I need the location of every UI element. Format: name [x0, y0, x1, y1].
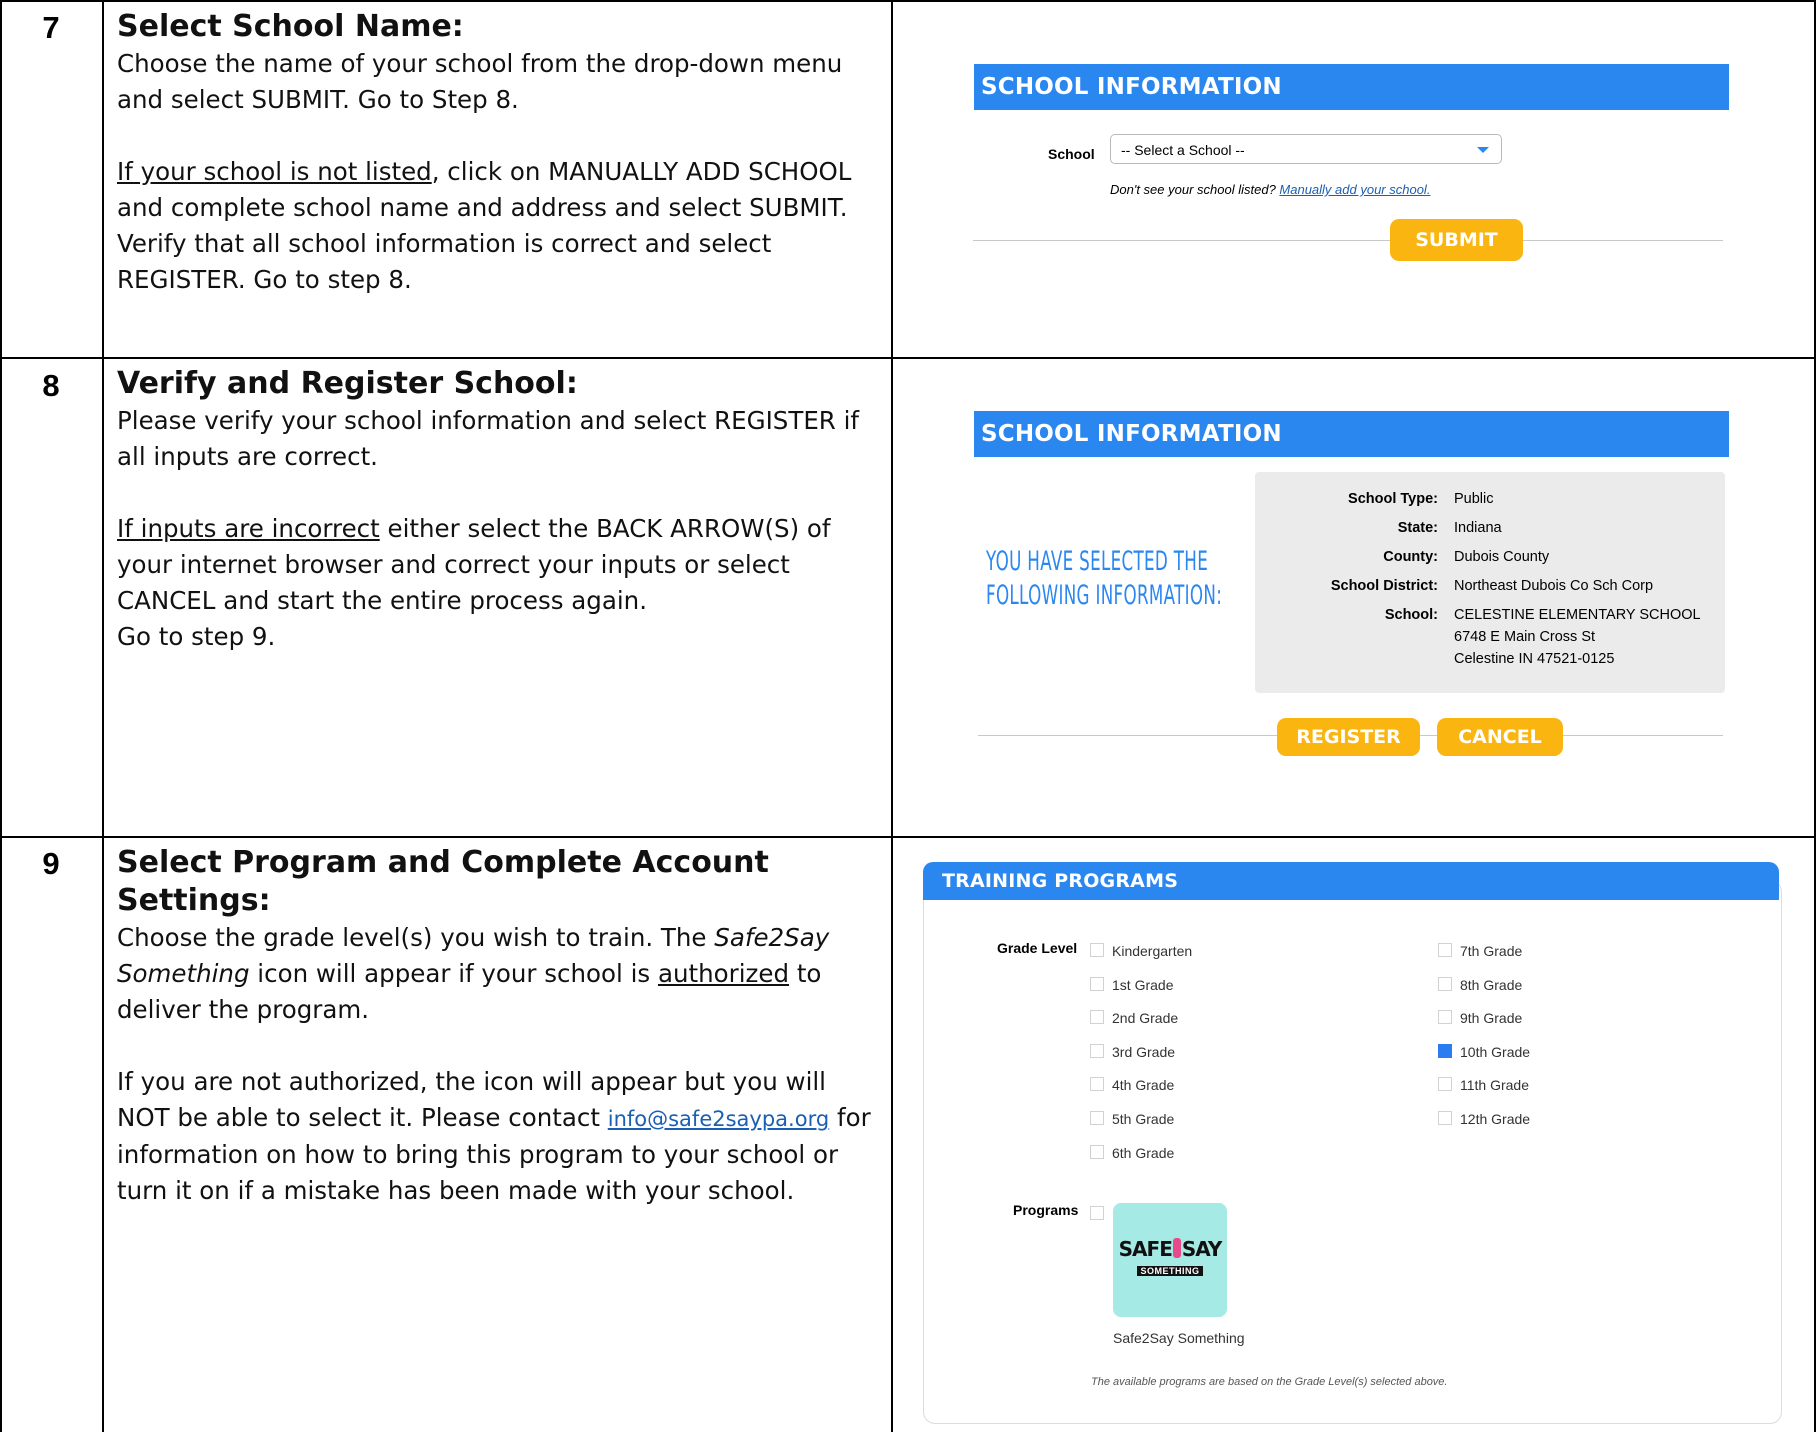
step-paragraph: If inputs are incorrect either select th…	[117, 511, 877, 619]
step-number: 9	[42, 846, 60, 881]
grade-label: 7th Grade	[1460, 943, 1523, 959]
section-header: SCHOOL INFORMATION	[974, 411, 1729, 457]
grade-checkbox[interactable]	[1438, 1077, 1452, 1091]
grade-label: Kindergarten	[1112, 943, 1193, 959]
programs-card	[923, 880, 1782, 1424]
grade-checkbox[interactable]	[1438, 977, 1452, 991]
step-8-text: Verify and Register School: Please verif…	[117, 365, 877, 655]
step-title: Select Program and Complete Account Sett…	[117, 845, 769, 918]
hint-text: Don't see your school listed?	[1110, 182, 1280, 197]
step-9-text: Select Program and Complete Account Sett…	[117, 844, 877, 1209]
safe2say-logo: SAFE SAY SOMETHING	[1113, 1237, 1227, 1279]
peace-hand-icon	[1172, 1238, 1181, 1258]
grade-label: 4th Grade	[1112, 1077, 1175, 1093]
grade-label: 12th Grade	[1460, 1111, 1531, 1127]
step-paragraph: If your school is not listed, click on M…	[117, 154, 877, 298]
chevron-down-icon	[1477, 147, 1489, 153]
grade-checkbox[interactable]	[1090, 977, 1104, 991]
grade-checkbox-checked[interactable]	[1438, 1044, 1452, 1058]
contact-email-link[interactable]: info@safe2saypa.org	[608, 1107, 829, 1131]
address-line: 6748 E Main Cross St	[1454, 629, 1596, 645]
grade-label: 1st Grade	[1112, 977, 1174, 993]
school-select[interactable]: -- Select a School --	[1110, 134, 1502, 164]
verify-school-screenshot: SCHOOL INFORMATION YOU HAVE SELECTED THE…	[893, 359, 1813, 836]
school-label: School	[1048, 146, 1095, 162]
grade-label: 9th Grade	[1460, 1010, 1523, 1026]
table-left-border	[0, 0, 2, 1432]
paragraph-text: icon will appear if your school is	[249, 959, 658, 988]
info-value: Public	[1454, 491, 1494, 507]
school-select-screenshot: SCHOOL INFORMATION School -- Select a Sc…	[893, 0, 1813, 357]
grade-label: 10th Grade	[1460, 1044, 1531, 1060]
info-value: CELESTINE ELEMENTARY SCHOOL	[1454, 607, 1701, 623]
logo-text: SAY	[1181, 1237, 1222, 1261]
info-value: Indiana	[1454, 520, 1502, 536]
underlined-text: If your school is not listed	[117, 157, 432, 186]
grade-label: 3rd Grade	[1112, 1044, 1176, 1060]
underlined-text: authorized	[658, 959, 790, 988]
grade-checkbox[interactable]	[1090, 1111, 1104, 1125]
grade-checkbox[interactable]	[1438, 1010, 1452, 1024]
instructions-table: 7 Select School Name: Choose the name of…	[0, 0, 1816, 1432]
step-paragraph: Go to step 9.	[117, 622, 276, 651]
info-label: School Type:	[1348, 491, 1438, 507]
step-title: Verify and Register School:	[117, 366, 578, 401]
grade-checkbox[interactable]	[1090, 1010, 1104, 1024]
step-number: 7	[42, 10, 60, 45]
grade-checkbox[interactable]	[1090, 1077, 1104, 1091]
grade-checkbox[interactable]	[1438, 1111, 1452, 1125]
programs-label: Programs	[1013, 1202, 1079, 1218]
school-info-panel: School Type: Public State: Indiana Count…	[1255, 472, 1725, 693]
manual-add-link[interactable]: Manually add your school.	[1279, 182, 1430, 197]
grade-label: 5th Grade	[1112, 1111, 1175, 1127]
grade-label: 11th Grade	[1460, 1077, 1530, 1093]
step-paragraph: Choose the name of your school from the …	[117, 49, 843, 114]
grade-checkbox[interactable]	[1438, 943, 1452, 957]
grade-label: 8th Grade	[1460, 977, 1523, 993]
address-line: Celestine IN 47521-0125	[1454, 651, 1615, 667]
program-checkbox[interactable]	[1090, 1206, 1104, 1220]
section-header: TRAINING PROGRAMS	[923, 862, 1779, 900]
selected-info-heading-line2: FOLLOWING INFORMATION:	[986, 580, 1223, 611]
grade-label: 6th Grade	[1112, 1145, 1175, 1161]
grade-label: 2nd Grade	[1112, 1010, 1179, 1026]
submit-button[interactable]: SUBMIT	[1390, 219, 1523, 261]
paragraph-text: Choose the grade level(s) you wish to tr…	[117, 923, 715, 952]
info-value: Northeast Dubois Co Sch Corp	[1454, 578, 1654, 594]
divider-line	[973, 240, 1723, 241]
register-button[interactable]: REGISTER	[1277, 718, 1420, 756]
number-column-divider	[102, 0, 104, 1432]
programs-footnote: The available programs are based on the …	[1091, 1376, 1448, 1388]
section-header: SCHOOL INFORMATION	[974, 64, 1729, 110]
info-label: County:	[1383, 549, 1438, 565]
grade-level-label: Grade Level	[997, 940, 1078, 956]
cancel-button[interactable]: CANCEL	[1437, 718, 1563, 756]
info-value: Dubois County	[1454, 549, 1550, 565]
grade-checkbox[interactable]	[1090, 943, 1104, 957]
logo-text: SAFE	[1118, 1237, 1173, 1261]
safe2say-program-tile[interactable]: SAFE SAY SOMETHING	[1113, 1203, 1227, 1317]
info-label: School:	[1384, 607, 1438, 623]
step-title: Select School Name:	[117, 9, 464, 44]
underlined-text: If inputs are incorrect	[117, 514, 380, 543]
manual-add-hint: Don't see your school listed? Manually a…	[1110, 182, 1430, 197]
training-programs-screenshot: TRAINING PROGRAMS Grade Level Kindergart…	[893, 838, 1813, 1432]
grade-checkbox[interactable]	[1090, 1044, 1104, 1058]
selected-info-heading-line1: YOU HAVE SELECTED THE	[986, 546, 1209, 577]
info-label: School District:	[1330, 578, 1438, 594]
school-select-value: -- Select a School --	[1121, 142, 1245, 158]
step-paragraph: Choose the grade level(s) you wish to tr…	[117, 920, 877, 1028]
step-7-text: Select School Name: Choose the name of y…	[117, 8, 877, 298]
grade-checkbox[interactable]	[1090, 1145, 1104, 1159]
step-paragraph: Please verify your school information an…	[117, 406, 860, 471]
step-paragraph: If you are not authorized, the icon will…	[117, 1064, 877, 1209]
info-label: State:	[1397, 520, 1438, 536]
logo-subtext: SOMETHING	[1137, 1266, 1203, 1276]
program-name: Safe2Say Something	[1113, 1330, 1245, 1346]
step-number: 8	[42, 368, 60, 403]
